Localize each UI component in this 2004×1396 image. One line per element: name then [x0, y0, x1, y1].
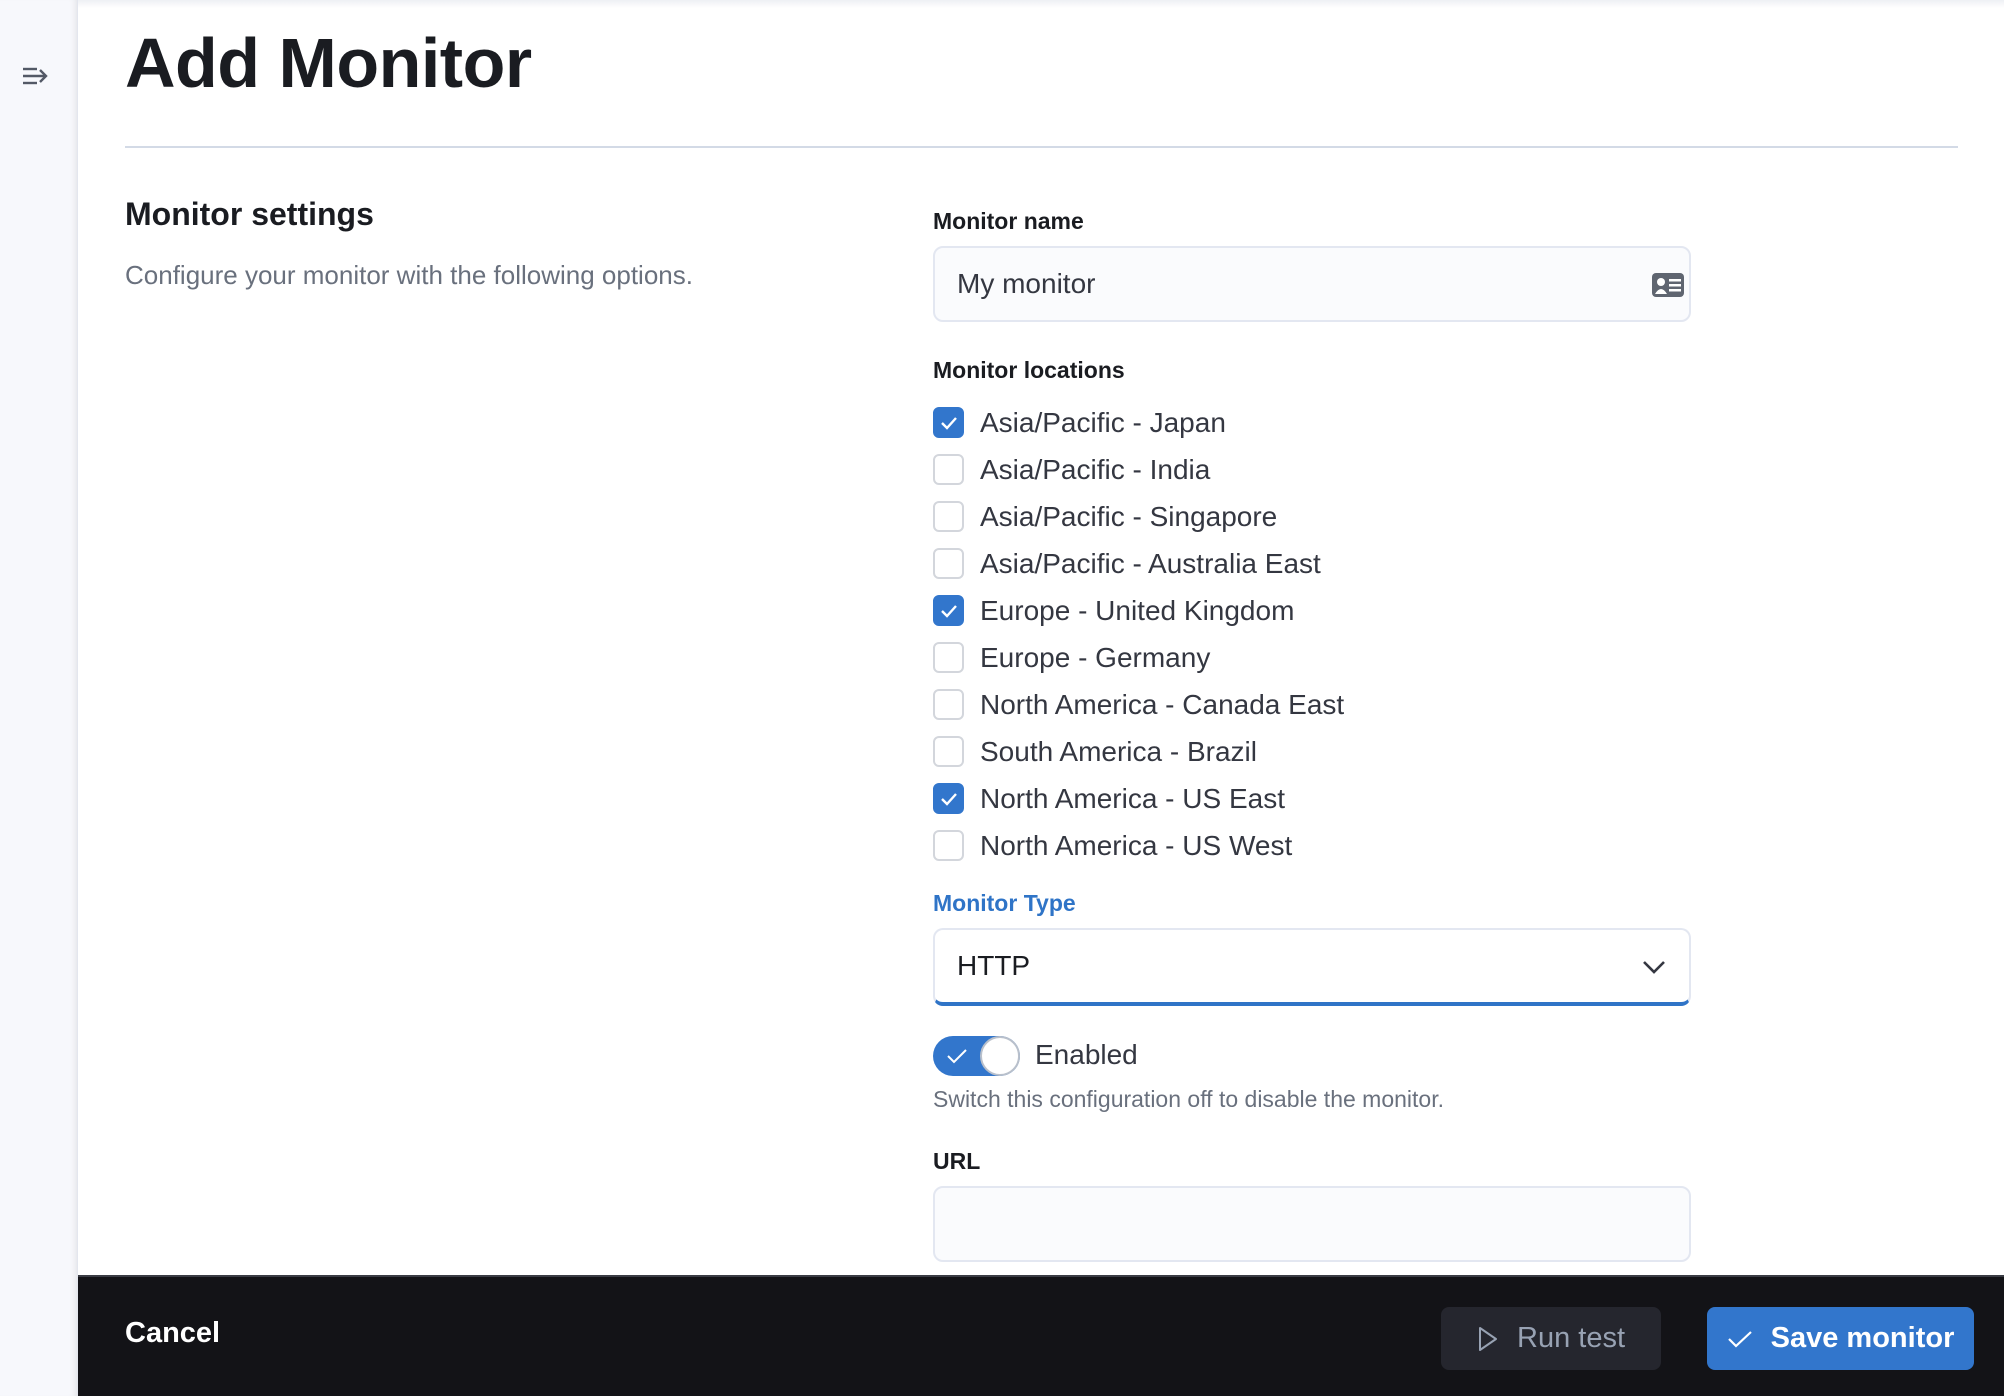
monitor-name-field	[933, 246, 1691, 322]
monitor-name-label: Monitor name	[933, 208, 1084, 234]
location-label: Asia/Pacific - Japan	[980, 406, 1226, 438]
monitor-name-input[interactable]	[935, 248, 1689, 320]
enabled-toggle[interactable]	[933, 1036, 1020, 1076]
check-icon	[940, 416, 957, 430]
checkbox-unchecked[interactable]	[933, 454, 964, 485]
section-title: Monitor settings	[125, 196, 374, 232]
location-option[interactable]: South America - Brazil	[933, 728, 1344, 775]
url-label: URL	[933, 1148, 981, 1174]
cancel-button[interactable]: Cancel	[125, 1317, 220, 1350]
checkbox-checked[interactable]	[933, 595, 964, 626]
checkbox-unchecked[interactable]	[933, 642, 964, 673]
location-label: North America - Canada East	[980, 688, 1345, 720]
location-label: North America - US East	[980, 782, 1285, 814]
monitor-type-label: Monitor Type	[933, 890, 1076, 916]
header-divider	[125, 146, 1958, 148]
url-field	[933, 1186, 1691, 1262]
contact-card-icon	[1652, 273, 1684, 297]
location-option[interactable]: North America - US West	[933, 822, 1344, 869]
enabled-label: Enabled	[1035, 1039, 1138, 1070]
location-label: North America - US West	[980, 829, 1293, 861]
monitor-locations-list: Asia/Pacific - Japan Asia/Pacific - India…	[933, 399, 1344, 869]
checkbox-unchecked[interactable]	[933, 501, 964, 532]
location-option[interactable]: Europe - Germany	[933, 634, 1344, 681]
menu-expand-icon	[23, 67, 48, 85]
check-icon	[947, 1049, 967, 1064]
run-test-button[interactable]: Run test	[1441, 1307, 1661, 1370]
url-input[interactable]	[935, 1188, 1689, 1260]
location-label: Asia/Pacific - India	[980, 453, 1211, 485]
location-option[interactable]: Asia/Pacific - Singapore	[933, 493, 1344, 540]
checkbox-unchecked[interactable]	[933, 830, 964, 861]
monitor-type-select[interactable]: HTTP	[933, 928, 1691, 1006]
location-option[interactable]: North America - US East	[933, 775, 1344, 822]
play-icon	[1479, 1326, 1497, 1351]
save-monitor-button[interactable]: Save monitor	[1707, 1307, 1974, 1370]
location-option[interactable]: Asia/Pacific - India	[933, 446, 1344, 493]
monitor-locations-label: Monitor locations	[933, 357, 1125, 383]
section-description: Configure your monitor with the followin…	[125, 260, 693, 290]
save-monitor-label: Save monitor	[1770, 1322, 1955, 1354]
page-title: Add Monitor	[125, 24, 532, 102]
sidebar	[0, 0, 78, 1396]
location-label: Europe - United Kingdom	[980, 594, 1295, 626]
location-label: Asia/Pacific - Singapore	[980, 500, 1278, 532]
sidebar-toggle-button[interactable]	[20, 62, 52, 90]
checkbox-checked[interactable]	[933, 407, 964, 438]
checkbox-unchecked[interactable]	[933, 736, 964, 767]
location-option[interactable]: Asia/Pacific - Japan	[933, 399, 1344, 446]
check-icon	[1727, 1330, 1752, 1348]
checkbox-checked[interactable]	[933, 783, 964, 814]
checkbox-unchecked[interactable]	[933, 689, 964, 720]
location-label: South America - Brazil	[980, 735, 1257, 767]
location-label: Asia/Pacific - Australia East	[980, 547, 1321, 579]
checkbox-unchecked[interactable]	[933, 548, 964, 579]
location-option[interactable]: Asia/Pacific - Australia East	[933, 540, 1344, 587]
top-shadow	[78, 0, 2004, 8]
location-label: Europe - Germany	[980, 641, 1211, 673]
check-icon	[940, 604, 957, 618]
check-icon	[940, 792, 957, 806]
enabled-help-text: Switch this configuration off to disable…	[933, 1086, 1444, 1112]
run-test-label: Run test	[1517, 1322, 1625, 1354]
toggle-knob	[980, 1036, 1020, 1076]
location-option[interactable]: Europe - United Kingdom	[933, 587, 1344, 634]
chevron-down-icon	[1643, 961, 1665, 974]
monitor-type-value: HTTP	[957, 950, 1031, 981]
location-option[interactable]: North America - Canada East	[933, 681, 1344, 728]
bottom-action-bar: Cancel Run test Save monitor	[78, 1275, 2004, 1396]
